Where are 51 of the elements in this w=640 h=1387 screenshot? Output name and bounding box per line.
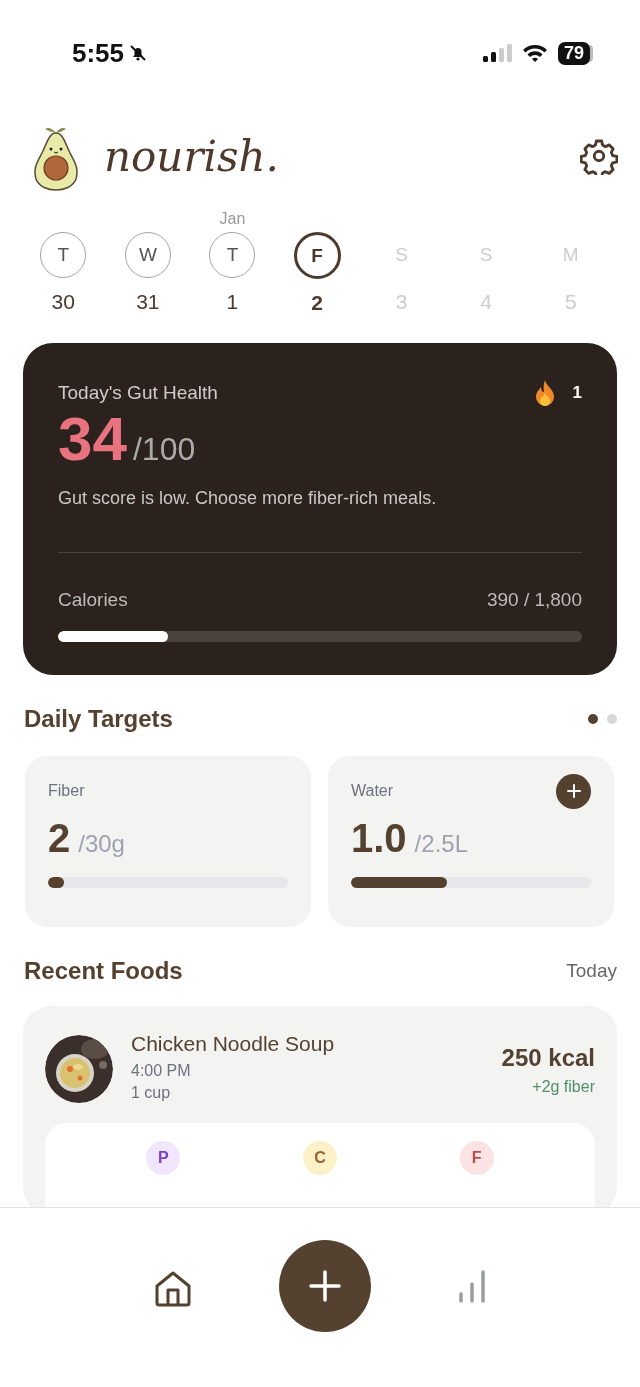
- card-title: Today's Gut Health: [58, 382, 218, 404]
- day-number: 31: [136, 290, 160, 314]
- month-label: Jan: [219, 210, 246, 229]
- day-number: 30: [51, 290, 75, 314]
- macro-badge: C: [303, 1141, 337, 1175]
- date-filter[interactable]: Today: [566, 960, 617, 982]
- settings-icon: [580, 137, 618, 175]
- macro-badge: P: [146, 1141, 181, 1175]
- food-time: 4:00 PM: [131, 1062, 192, 1080]
- section-title: Recent Foods: [24, 957, 183, 985]
- page-dot[interactable]: [607, 714, 617, 724]
- signal-icon: [481, 44, 512, 62]
- gut-score: 34: [58, 403, 127, 474]
- target-value: 1.0: [351, 816, 407, 861]
- wifi-icon: [521, 44, 548, 62]
- battery-indicator: 79: [557, 41, 590, 65]
- food-card[interactable]: Chicken Noodle Soup 4:00 PM 1 cup 250 kcal +2g fiber P C F: [23, 1006, 617, 1207]
- plus-icon: [565, 783, 582, 799]
- food-calories: 250 kcal: [501, 1044, 595, 1072]
- gut-message: Gut score is low. Choose more fiber-rich meals.: [58, 488, 438, 509]
- target-label: Water: [351, 782, 394, 800]
- plus-icon: [309, 1270, 341, 1302]
- stats-tab[interactable]: [458, 1270, 487, 1304]
- add-button[interactable]: [556, 773, 591, 809]
- day-number: 1: [226, 290, 239, 314]
- calories-label: Calories: [58, 589, 128, 611]
- food-name: Chicken Noodle Soup: [131, 1032, 336, 1056]
- streak-count: 1: [572, 383, 582, 403]
- target-label: Fiber: [48, 782, 85, 800]
- target-goal: /2.5L: [414, 830, 468, 858]
- status-time: 5:55: [72, 37, 125, 69]
- day-selector[interactable]: F 2: [274, 210, 360, 315]
- score-max: /100: [132, 431, 196, 468]
- page-dot[interactable]: [588, 714, 598, 724]
- target-value: 2: [48, 816, 71, 861]
- home-tab[interactable]: [153, 1270, 192, 1308]
- settings-button[interactable]: [580, 137, 618, 175]
- day-selector[interactable]: Jan T 1: [190, 210, 275, 315]
- food-fiber: +2g fiber: [532, 1078, 595, 1096]
- weekday-label: F: [293, 232, 341, 279]
- food-portion: 1 cup: [131, 1084, 172, 1102]
- bar-chart-icon: [458, 1270, 487, 1304]
- day-selector[interactable]: T 30: [21, 210, 106, 315]
- day-selector[interactable]: W 31: [105, 210, 191, 315]
- home-icon: [153, 1270, 192, 1308]
- app-logo: nourish.: [104, 131, 279, 181]
- section-title: Daily Targets: [24, 705, 173, 733]
- macro-badge: F: [459, 1141, 494, 1175]
- calories-value: 390 / 1,800: [486, 589, 582, 611]
- target-goal: /30g: [78, 830, 125, 858]
- day-number: 2: [311, 291, 323, 315]
